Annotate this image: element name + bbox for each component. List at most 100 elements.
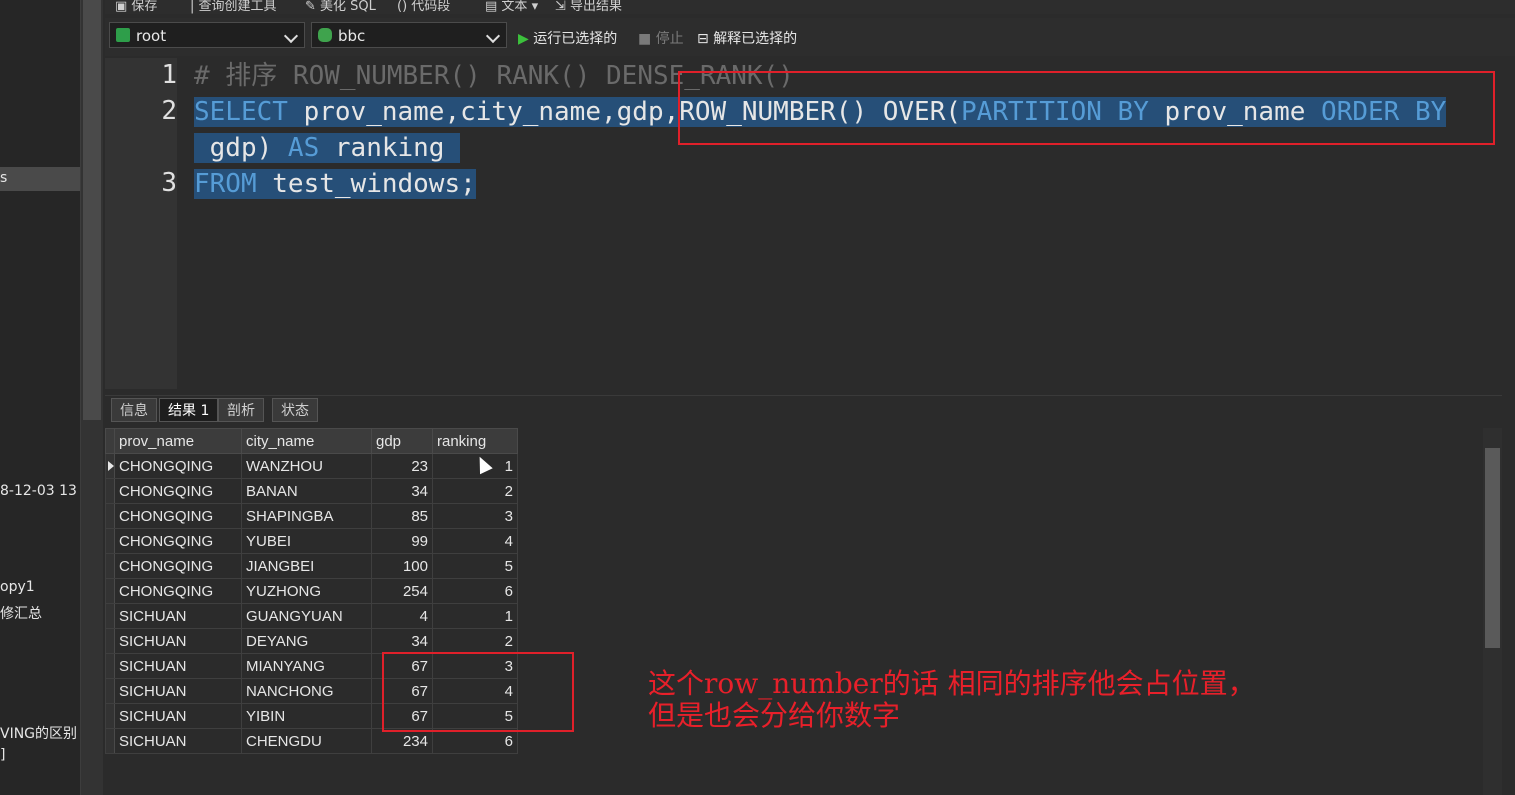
row-marker[interactable] xyxy=(105,728,115,754)
scrollbar-thumb[interactable] xyxy=(83,0,101,420)
cell-prov-name[interactable]: CHONGQING xyxy=(114,453,242,479)
tab-result-1[interactable]: 结果 1 xyxy=(159,398,219,422)
cell-ranking[interactable]: 5 xyxy=(432,553,518,579)
code-snippet-button[interactable]: () 代码段 xyxy=(397,0,450,14)
row-marker[interactable] xyxy=(105,678,115,704)
column-header-ranking[interactable]: ranking xyxy=(432,428,518,454)
cell-city-name[interactable]: YIBIN xyxy=(241,703,372,729)
run-selected-button[interactable]: ▶ 运行已选择的 xyxy=(518,28,617,48)
table-row[interactable]: SICHUAN DEYANG 34 2 xyxy=(105,628,518,654)
query-toolbar: root bbc ▶ 运行已选择的 ■ 停止 ⊟ 解释已选择的 xyxy=(105,18,1515,56)
cell-city-name[interactable]: GUANGYUAN xyxy=(241,603,372,629)
cell-prov-name[interactable]: SICHUAN xyxy=(114,678,242,704)
cell-prov-name[interactable]: CHONGQING xyxy=(114,478,242,504)
table-row[interactable]: CHONGQING WANZHOU 23 1 xyxy=(105,453,518,479)
cell-gdp[interactable]: 34 xyxy=(371,478,433,504)
cell-prov-name[interactable]: SICHUAN xyxy=(114,628,242,654)
sidebar-item[interactable]: opy1 xyxy=(0,579,35,595)
row-marker[interactable] xyxy=(105,703,115,729)
cell-prov-name[interactable]: SICHUAN xyxy=(114,653,242,679)
sidebar-selected-row[interactable] xyxy=(0,167,80,191)
sidebar-item[interactable]: s xyxy=(0,170,7,186)
column-header-city-name[interactable]: city_name xyxy=(241,428,372,454)
query-builder-button[interactable]: | 查询创建工具 xyxy=(190,0,277,14)
table-row[interactable]: SICHUAN GUANGYUAN 4 1 xyxy=(105,603,518,629)
row-marker[interactable] xyxy=(105,528,115,554)
cell-city-name[interactable]: JIANGBEI xyxy=(241,553,372,579)
scrollbar-thumb[interactable] xyxy=(1485,448,1500,648)
cell-city-name[interactable]: MIANYANG xyxy=(241,653,372,679)
cell-prov-name[interactable]: CHONGQING xyxy=(114,528,242,554)
cell-gdp[interactable]: 100 xyxy=(371,553,433,579)
cell-city-name[interactable]: CHENGDU xyxy=(241,728,372,754)
cell-gdp[interactable]: 234 xyxy=(371,728,433,754)
cell-city-name[interactable]: DEYANG xyxy=(241,628,372,654)
text-button[interactable]: ▤ 文本 ▾ xyxy=(485,0,538,14)
explain-selected-button[interactable]: ⊟ 解释已选择的 xyxy=(697,28,797,48)
cell-prov-name[interactable]: SICHUAN xyxy=(114,728,242,754)
cell-ranking[interactable]: 6 xyxy=(432,578,518,604)
database-select[interactable]: bbc xyxy=(311,22,507,48)
stop-button[interactable]: ■ 停止 xyxy=(638,28,684,48)
cell-city-name[interactable]: NANCHONG xyxy=(241,678,372,704)
beautify-sql-button[interactable]: ✎ 美化 SQL xyxy=(305,0,376,14)
stop-icon: ■ xyxy=(638,31,652,47)
cell-gdp[interactable]: 34 xyxy=(371,628,433,654)
row-marker[interactable] xyxy=(105,503,115,529)
cell-gdp[interactable]: 85 xyxy=(371,503,433,529)
annotation-line: 但是也会分给你数字 xyxy=(648,699,901,732)
line-number: 1 xyxy=(161,60,177,90)
tab-status[interactable]: 状态 xyxy=(272,398,318,422)
table-row[interactable]: CHONGQING YUZHONG 254 6 xyxy=(105,578,518,604)
cell-city-name[interactable]: WANZHOU xyxy=(241,453,372,479)
export-result-button[interactable]: ⇲ 导出结果 xyxy=(555,0,622,14)
row-marker[interactable] xyxy=(105,553,115,579)
save-button[interactable]: ▣ 保存 xyxy=(115,0,157,14)
cell-ranking[interactable]: 2 xyxy=(432,478,518,504)
tab-info[interactable]: 信息 xyxy=(111,398,157,422)
cell-ranking[interactable]: 6 xyxy=(432,728,518,754)
cell-gdp[interactable]: 254 xyxy=(371,578,433,604)
cell-city-name[interactable]: BANAN xyxy=(241,478,372,504)
cell-gdp[interactable]: 4 xyxy=(371,603,433,629)
column-header-prov-name[interactable]: prov_name xyxy=(114,428,242,454)
cell-gdp[interactable]: 99 xyxy=(371,528,433,554)
grid-scrollbar[interactable] xyxy=(1483,428,1502,795)
code-line-2-wrap: gdp) AS ranking xyxy=(194,133,461,163)
table-row[interactable]: CHONGQING JIANGBEI 100 5 xyxy=(105,553,518,579)
row-marker[interactable] xyxy=(105,603,115,629)
cell-ranking[interactable]: 1 xyxy=(432,453,518,479)
cell-ranking[interactable]: 3 xyxy=(432,503,518,529)
cell-gdp[interactable]: 23 xyxy=(371,453,433,479)
sidebar-item[interactable]: 修汇总 xyxy=(0,603,42,623)
column-header-gdp[interactable]: gdp xyxy=(371,428,433,454)
tab-profile[interactable]: 剖析 xyxy=(218,398,264,422)
cell-prov-name[interactable]: CHONGQING xyxy=(114,553,242,579)
sidebar-item[interactable]: ] xyxy=(0,747,5,763)
connection-select[interactable]: root xyxy=(109,22,305,48)
table-row[interactable]: SICHUAN CHENGDU 234 6 xyxy=(105,728,518,754)
table-row[interactable]: CHONGQING YUBEI 99 4 xyxy=(105,528,518,554)
sql-editor[interactable]: 1 2 3 # 排序 ROW_NUMBER() RANK() DENSE_RAN… xyxy=(105,58,1502,389)
result-grid[interactable]: prov_name city_name gdp ranking CHONGQIN… xyxy=(105,428,1483,795)
sidebar-scrollbar[interactable] xyxy=(80,0,103,795)
cell-city-name[interactable]: SHAPINGBA xyxy=(241,503,372,529)
table-row[interactable]: CHONGQING BANAN 34 2 xyxy=(105,478,518,504)
sidebar-item[interactable]: VING的区别 xyxy=(0,723,77,743)
cell-ranking[interactable]: 2 xyxy=(432,628,518,654)
row-marker[interactable] xyxy=(105,653,115,679)
cell-prov-name[interactable]: SICHUAN xyxy=(114,703,242,729)
row-marker[interactable] xyxy=(105,478,115,504)
cell-city-name[interactable]: YUBEI xyxy=(241,528,372,554)
sidebar-item[interactable]: 8-12-03 13 xyxy=(0,483,77,499)
row-marker[interactable] xyxy=(105,628,115,654)
cell-city-name[interactable]: YUZHONG xyxy=(241,578,372,604)
cell-prov-name[interactable]: SICHUAN xyxy=(114,603,242,629)
row-marker[interactable] xyxy=(105,578,115,604)
cell-ranking[interactable]: 1 xyxy=(432,603,518,629)
cell-prov-name[interactable]: CHONGQING xyxy=(114,503,242,529)
cell-ranking[interactable]: 4 xyxy=(432,528,518,554)
cell-prov-name[interactable]: CHONGQING xyxy=(114,578,242,604)
table-row[interactable]: CHONGQING SHAPINGBA 85 3 xyxy=(105,503,518,529)
row-marker[interactable] xyxy=(105,453,115,479)
